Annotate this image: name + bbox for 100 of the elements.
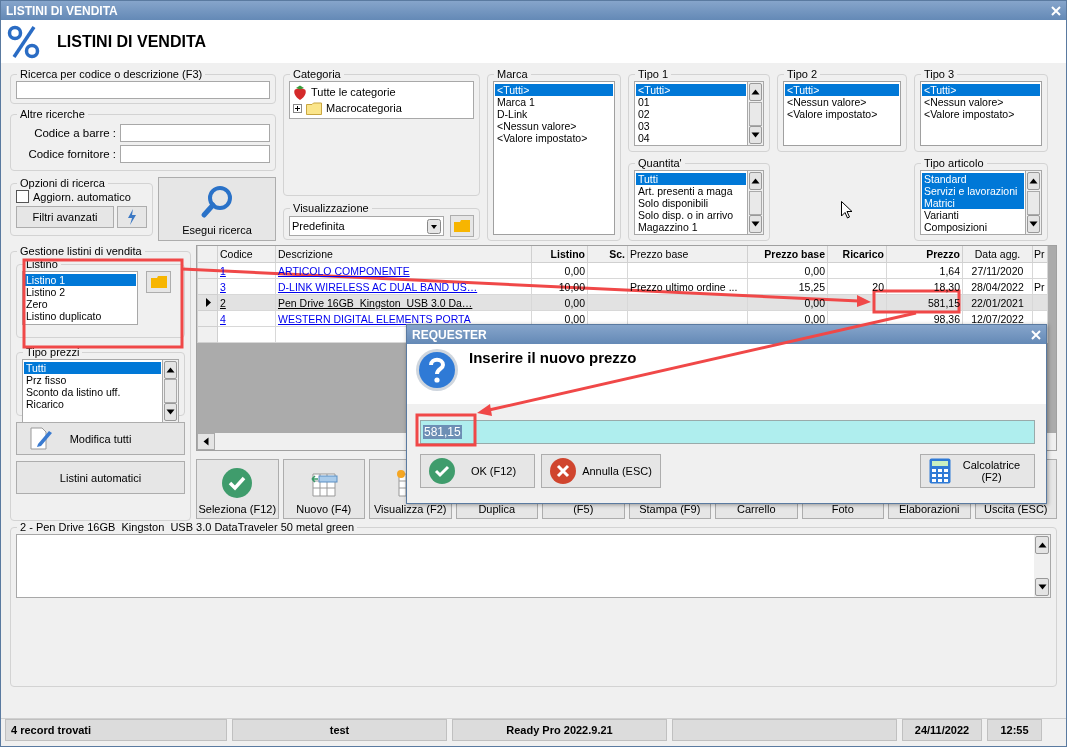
list-item[interactable]: <Valore impostato> — [922, 108, 1040, 120]
list-item[interactable]: <Nessun valore> — [785, 96, 899, 108]
up-arrow-icon[interactable] — [751, 89, 760, 95]
list-item[interactable]: <Tutti> — [636, 84, 746, 96]
down-arrow-icon[interactable] — [166, 409, 175, 415]
list-box[interactable]: Listino 1 Listino 2 Zero Listino duplicato — [22, 271, 138, 325]
scrollbar[interactable] — [748, 170, 764, 235]
list-item[interactable]: Servizi e lavorazioni — [922, 185, 1024, 197]
down-arrow-icon[interactable] — [1029, 221, 1038, 227]
up-arrow-icon[interactable] — [1037, 542, 1047, 548]
left-arrow-icon[interactable] — [203, 437, 209, 446]
lightning-button[interactable] — [117, 206, 147, 228]
list-item[interactable]: <Nessun valore> — [922, 96, 1040, 108]
dialog-button[interactable]: Annulla (ESC) — [541, 454, 661, 488]
list-item[interactable]: <Valore impostato> — [495, 132, 613, 144]
list-item[interactable]: Magazzino 1 — [636, 221, 746, 233]
expander-icon[interactable] — [293, 103, 302, 113]
column-header[interactable]: Ricarico — [827, 246, 887, 263]
list-item[interactable]: Ricarico — [24, 398, 161, 410]
list-box[interactable]: <Tutti> <Nessun valore> <Valore impostato> — [920, 81, 1042, 146]
tree-item[interactable]: Macrocategoria — [326, 102, 402, 114]
cell-link[interactable]: 3 — [220, 280, 226, 293]
list-item[interactable]: Prz fisso — [24, 374, 161, 386]
group-label: Ricerca per codice o descrizione (F3) — [19, 68, 204, 80]
list-item[interactable]: Tutti — [24, 362, 161, 374]
list-item[interactable]: 03 — [636, 120, 746, 132]
checkbox[interactable] — [16, 190, 29, 203]
list-item[interactable]: Varianti — [922, 209, 1024, 221]
scrollbar[interactable] — [748, 81, 764, 146]
check-icon — [429, 458, 455, 484]
search-field[interactable] — [16, 81, 270, 99]
scrollbar[interactable] — [1026, 170, 1042, 235]
group-label: Visualizzazione — [292, 202, 370, 214]
list-box[interactable]: Standard Servizi e lavorazioni Matrici Varianti Composizioni — [920, 170, 1026, 235]
up-arrow-icon[interactable] — [751, 178, 760, 184]
toolbar-button[interactable]: Seleziona (F12) — [196, 459, 279, 519]
status-panel: 4 record trovati — [5, 719, 227, 741]
list-item[interactable]: Composizioni — [922, 221, 1024, 233]
tree-item[interactable]: Tutte le categorie — [311, 86, 396, 98]
input-field[interactable] — [120, 145, 270, 163]
down-arrow-icon[interactable] — [751, 221, 760, 227]
list-item[interactable]: Solo disponibili — [636, 197, 746, 209]
list-item[interactable]: 02 — [636, 108, 746, 120]
list-item[interactable]: Solo disp. o in arrivo — [636, 209, 746, 221]
dialog-button[interactable]: OK (F12) — [420, 454, 535, 488]
action-button[interactable]: Modifica tutti — [16, 422, 185, 455]
column-header[interactable]: Listino — [531, 246, 588, 263]
list-item[interactable]: Tutti — [636, 173, 746, 185]
list-item[interactable]: Sconto da listino uff. — [24, 386, 161, 398]
list-box[interactable]: Tutti Prz fisso Sconto da listino uff. Ricarico — [22, 359, 163, 423]
input-field[interactable] — [120, 124, 270, 142]
notes-field[interactable] — [16, 534, 1051, 598]
cell-link[interactable]: 2 — [220, 296, 226, 309]
list-box[interactable]: <Tutti> <Nessun valore> <Valore impostato> — [783, 81, 901, 146]
table-cell: 98,36 — [933, 312, 960, 325]
list-item[interactable]: 01 — [636, 96, 746, 108]
down-arrow-icon[interactable] — [751, 132, 760, 138]
table-row[interactable]: 1 ARTICOLO COMPONENTE 0,00 0,00 1,64 27/11/2020 — [197, 262, 1048, 279]
advanced-filters-button[interactable]: Filtri avanzati — [16, 206, 114, 228]
list-item[interactable]: <Nessun valore> — [495, 120, 613, 132]
column-header[interactable]: Prezzo base — [747, 246, 828, 263]
table-row[interactable]: 3 D-LINK WIRELESS AC DUAL BAND US… 10,00 Prezzo ultimo ordine ... 15,25 20 18,30 28/04/2022 Pr — [197, 278, 1048, 295]
list-item[interactable]: 04 — [636, 132, 746, 144]
scrollbar[interactable] — [1034, 535, 1050, 597]
list-item[interactable]: Listino duplicato — [24, 310, 136, 322]
list-item[interactable]: <Tutti> — [922, 84, 1040, 96]
list-item[interactable]: Art. presenti a maga — [636, 185, 746, 197]
action-button[interactable]: Listini automatici — [16, 461, 185, 494]
column-header[interactable]: Data agg. — [962, 246, 1033, 263]
run-search-button[interactable]: Esegui ricerca — [158, 177, 276, 241]
list-item[interactable]: Standard — [922, 173, 1024, 185]
cell-link[interactable]: 1 — [220, 264, 226, 277]
list-box[interactable]: <Tutti> 01 02 03 04 — [634, 81, 748, 146]
toolbar-button[interactable]: Nuovo (F4) — [282, 459, 365, 519]
list-item[interactable]: <Tutti> — [785, 84, 899, 96]
cell-link[interactable]: 4 — [220, 312, 226, 325]
dialog-button[interactable]: Calcolatrice (F2) — [920, 454, 1035, 488]
up-arrow-icon[interactable] — [1029, 178, 1038, 184]
list-item[interactable]: <Valore impostato> — [785, 108, 899, 120]
close-icon[interactable] — [1031, 329, 1041, 340]
list-item[interactable]: Zero — [24, 298, 136, 310]
list-item[interactable]: Listino 2 — [24, 286, 136, 298]
column-header[interactable]: Codice — [217, 246, 276, 263]
list-item[interactable]: Listino 1 — [24, 274, 136, 286]
list-item[interactable]: <Tutti> — [495, 84, 613, 96]
list-item[interactable]: Marca 1 — [495, 96, 613, 108]
column-header[interactable]: Sc. — [587, 246, 628, 263]
close-icon[interactable] — [1051, 5, 1061, 16]
up-arrow-icon[interactable] — [166, 367, 175, 373]
list-box[interactable]: Tutti Art. presenti a maga Solo disponibili Solo disp. o in arrivo Magazzino 1 — [634, 170, 748, 235]
list-item[interactable]: D-Link — [495, 108, 613, 120]
scrollbar[interactable] — [163, 359, 179, 423]
list-item[interactable]: Matrici — [922, 197, 1024, 209]
column-header[interactable]: Descrizione — [275, 246, 532, 263]
column-header[interactable]: Prezzo — [886, 246, 963, 263]
table-cell: 0,00 — [804, 312, 825, 325]
view-dropdown[interactable]: Predefinita — [289, 216, 444, 236]
column-header[interactable]: Prezzo base — [627, 246, 748, 263]
down-arrow-icon[interactable] — [1037, 584, 1047, 590]
list-box[interactable]: <Tutti> Marca 1 D-Link <Nessun valore> <Valore impostato> — [493, 81, 615, 235]
